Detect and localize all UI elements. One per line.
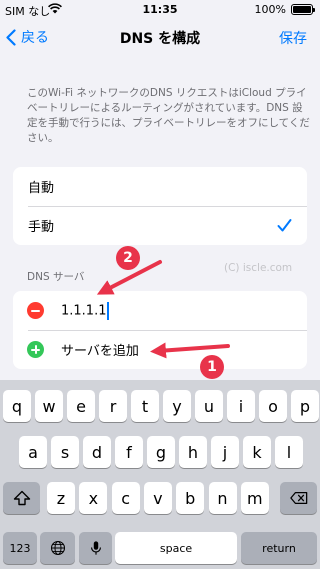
add-server-label: サーバを追加 [61,344,139,359]
key-l[interactable]: l [275,436,303,468]
globe-icon [50,540,65,556]
key-h[interactable]: h [179,436,207,468]
key-w[interactable]: w [35,390,63,422]
key-x[interactable]: x [79,482,108,514]
key-n[interactable]: n [208,482,237,514]
key-f[interactable]: f [115,436,143,468]
key-y[interactable]: y [163,390,191,422]
dns-section-label: DNS サーバ [27,271,85,283]
key-p[interactable]: p [291,390,319,422]
status-bar: SIM なし 11:35 100% [0,0,320,20]
key-d[interactable]: d [83,436,111,468]
mode-option-label: 手動 [28,220,55,235]
shift-key[interactable] [3,482,40,514]
save-button[interactable]: 保存 [279,28,307,48]
mode-group: 自動 手動 [13,167,307,245]
annotation-badge-2: 2 [116,246,140,270]
minus-icon [31,309,40,312]
key-i[interactable]: i [227,390,255,422]
key-t[interactable]: t [131,390,159,422]
key-s[interactable]: s [51,436,79,468]
backspace-icon [289,491,307,505]
delete-server-button[interactable] [27,302,44,319]
battery-icon [291,4,315,15]
key-o[interactable]: o [259,390,287,422]
numbers-key[interactable]: 123 [3,532,37,564]
mode-option-automatic[interactable]: 自動 [13,167,307,206]
key-m[interactable]: m [240,482,269,514]
key-c[interactable]: c [111,482,140,514]
dictation-key[interactable] [79,532,112,564]
return-key[interactable]: return [241,532,317,564]
navigation-bar: 戻る DNS を構成 保存 [0,20,320,56]
key-u[interactable]: u [195,390,223,422]
shift-icon [13,490,30,506]
mode-option-manual[interactable]: 手動 [13,206,307,245]
key-j[interactable]: j [211,436,239,468]
key-q[interactable]: q [3,390,31,422]
page-title: DNS を構成 [119,31,201,47]
watermark: (C) iscle.com [224,262,293,274]
microphone-icon [90,541,101,555]
key-v[interactable]: v [143,482,172,514]
key-k[interactable]: k [243,436,271,468]
key-z[interactable]: z [47,482,75,514]
battery-percent: 100% [254,3,286,16]
globe-key[interactable] [40,532,75,564]
annotation-badge-1: 1 [200,355,224,379]
space-key[interactable]: space [115,532,237,564]
key-r[interactable]: r [99,390,127,422]
delete-key[interactable] [280,482,317,514]
key-e[interactable]: e [67,390,95,422]
dns-server-input[interactable]: 1.1.1.1 [61,301,110,320]
mode-option-label: 自動 [28,181,55,196]
keyboard: qwertyuiop asdfghjkl zxcvbnm 123 space r… [0,380,320,569]
checkmark-icon [277,219,292,232]
private-relay-note: このWi-Fi ネットワークのDNS リクエストはiCloud プライベートリレ… [27,87,310,144]
key-a[interactable]: a [19,436,47,468]
add-server-row[interactable]: サーバを追加 [13,330,307,369]
key-g[interactable]: g [147,436,175,468]
text-cursor [107,301,110,320]
dns-server-row: 1.1.1.1 [13,291,307,330]
key-b[interactable]: b [176,482,205,514]
dns-server-group: 1.1.1.1 サーバを追加 [13,291,307,369]
add-server-icon [27,341,44,358]
dns-server-value: 1.1.1.1 [61,303,107,318]
